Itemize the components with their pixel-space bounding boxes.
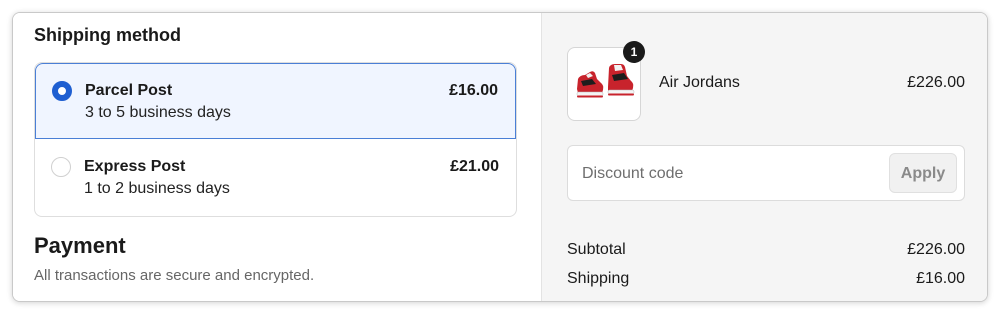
quantity-badge: 1: [623, 41, 645, 63]
shipping-option-name: Express Post: [84, 158, 186, 175]
shipping-option-price: £21.00: [450, 158, 499, 175]
shipping-option-description: 1 to 2 business days: [84, 180, 230, 197]
shipping-method-heading: Shipping method: [34, 25, 181, 45]
subtotal-label: Subtotal: [567, 241, 626, 258]
shipping-option-description: 3 to 5 business days: [85, 104, 231, 121]
discount-code-input[interactable]: [580, 146, 874, 202]
discount-code-group: Apply: [567, 145, 965, 202]
shipping-option-parcel-post[interactable]: Parcel Post 3 to 5 business days £16.00: [35, 63, 516, 139]
product-price: £226.00: [907, 74, 965, 91]
shipping-option-name: Parcel Post: [85, 82, 173, 99]
subtotal-value: £226.00: [907, 241, 965, 258]
shipping-option-price: £16.00: [449, 82, 498, 99]
checkout-main-panel: Shipping method Parcel Post 3 to 5 busin…: [13, 13, 541, 301]
payment-security-note: All transactions are secure and encrypte…: [34, 267, 315, 284]
shipping-option-express-post[interactable]: Express Post 1 to 2 business days £21.00: [35, 140, 516, 216]
order-summary-panel: 1 Air Jordans £226.00 Apply Subtotal £22…: [541, 13, 987, 301]
product-name: Air Jordans: [659, 74, 740, 91]
checkout-window: Shipping method Parcel Post 3 to 5 busin…: [12, 12, 988, 302]
shipping-options-group: Parcel Post 3 to 5 business days £16.00 …: [34, 62, 517, 217]
radio-unselected-icon[interactable]: [51, 157, 71, 177]
apply-discount-button[interactable]: Apply: [889, 153, 957, 193]
radio-selected-icon[interactable]: [52, 81, 72, 101]
shipping-cost-value: £16.00: [916, 270, 965, 287]
payment-heading: Payment: [34, 233, 126, 258]
shipping-cost-label: Shipping: [567, 270, 630, 287]
